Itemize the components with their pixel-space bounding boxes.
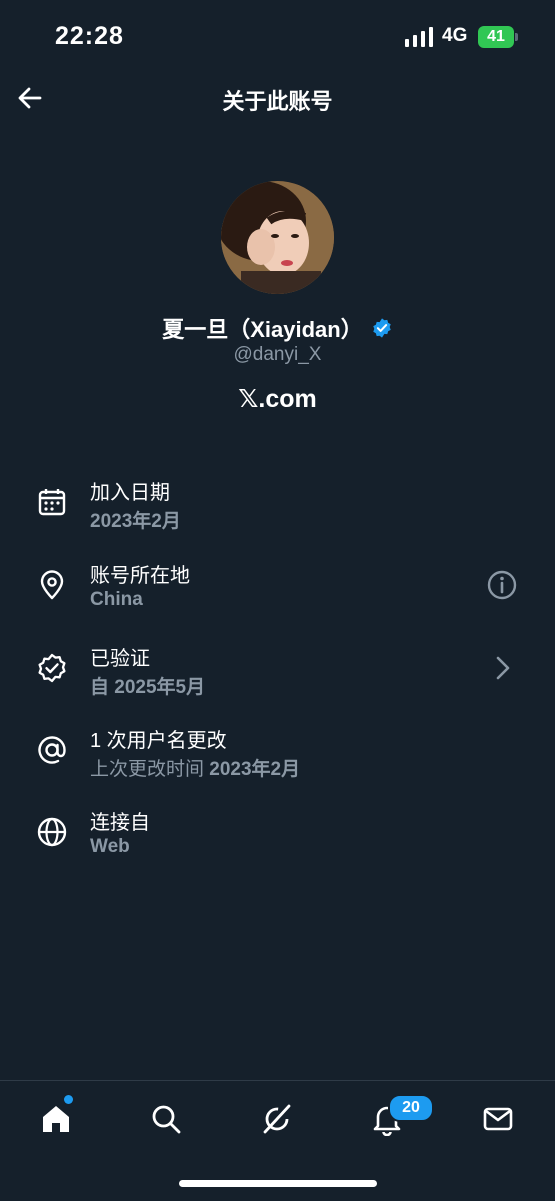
site-label: 𝕏.com [238,385,317,413]
info-joined-date: 加入日期 2023年2月 [0,474,555,544]
avatar[interactable] [221,181,334,294]
info-title: 已验证 [90,648,150,670]
home-indicator [179,1180,377,1187]
search-icon [152,1105,181,1134]
tab-home[interactable] [36,1099,76,1139]
info-value-date: 2023年2月 [209,759,301,780]
profile-name-row: 夏一旦（Xiayidan） [0,312,555,344]
header: 关于此账号 [0,76,555,122]
info-icon[interactable] [486,569,518,601]
info-title: 1 次用户名更改 [90,730,227,752]
status-time: 22:28 [55,22,124,50]
verified-badge-icon [373,318,391,338]
info-title: 加入日期 [90,482,170,504]
info-value: Web [90,836,130,857]
battery-icon: 41 [478,26,514,48]
globe-icon [37,817,67,847]
battery-level: 41 [487,28,505,45]
info-value-prefix: 上次更改时间 [90,759,210,780]
info-connected-via: 连接自 Web [0,804,555,874]
home-unread-dot [64,1095,73,1104]
network-type: 4G [442,25,468,46]
info-title: 账号所在地 [90,565,190,587]
page-title: 关于此账号 [222,89,333,114]
signal-icon [405,27,433,47]
home-icon [43,1106,69,1132]
grok-icon [263,1104,291,1134]
location-pin-icon [40,570,64,600]
info-verified[interactable]: 已验证 自 2025年5月 [0,640,555,710]
info-username-changes: 1 次用户名更改 上次更改时间 2023年2月 [0,722,555,792]
info-value: China [90,589,143,610]
verified-check-icon [38,653,66,683]
chevron-right-icon[interactable] [486,652,518,684]
info-value: 自 2025年5月 [90,677,206,698]
at-sign-icon [38,736,66,764]
info-title: 连接自 [90,812,150,834]
calendar-icon [38,489,66,516]
mail-icon [483,1107,513,1131]
status-bar: 22:28 4G 41 [0,0,555,70]
profile-handle: @danyi_X [233,344,322,365]
avatar-image [221,181,334,294]
info-value: 上次更改时间 2023年2月 [90,754,300,781]
battery-tip [515,33,518,41]
info-value: 2023年2月 [90,511,181,532]
notifications-badge: 20 [388,1094,434,1122]
info-account-location: 账号所在地 China [0,557,555,627]
tab-messages[interactable] [478,1099,518,1139]
display-name: 夏一旦（Xiayidan） [162,317,363,342]
tab-search[interactable] [146,1099,186,1139]
tab-grok[interactable] [257,1099,297,1139]
